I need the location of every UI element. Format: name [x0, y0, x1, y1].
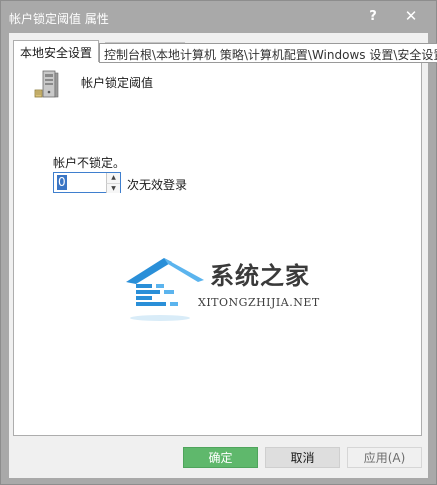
watermark-name-en: XITONGZHIJIA.NET: [198, 296, 320, 309]
apply-button[interactable]: 应用(A): [347, 447, 422, 468]
dialog-client-area: 本地安全设置 控制台根\本地计算机 策略\计算机配置\Windows 设置\安全…: [9, 33, 437, 478]
title-bar[interactable]: 帐户锁定阈值 属性 ? ✕: [1, 1, 436, 33]
tab-local-security-setting[interactable]: 本地安全设置: [13, 40, 100, 62]
lockout-status-label: 帐户不锁定。: [53, 156, 126, 170]
policy-name: 帐户锁定阈值: [81, 76, 154, 90]
cancel-button[interactable]: 取消: [265, 447, 340, 468]
lockout-threshold-stepper[interactable]: 0 ▲ ▼: [53, 172, 121, 193]
tab-panel: 帐户锁定阈值 帐户不锁定。 0 ▲ ▼ 次无效登录 系统之家 XITONGZHI…: [13, 61, 422, 436]
ok-button[interactable]: 确定: [183, 447, 258, 468]
invalid-logon-unit-label: 次无效登录: [127, 178, 188, 192]
house-logo-icon: [126, 258, 204, 321]
close-button[interactable]: ✕: [397, 5, 425, 27]
lockout-threshold-input[interactable]: 0: [57, 175, 67, 190]
watermark-name-cn: 系统之家: [210, 262, 310, 290]
properties-window: 帐户锁定阈值 属性 ? ✕ 本地安全设置 控制台根\本地计算机 策略\计算机配置…: [0, 0, 437, 485]
spin-down-icon[interactable]: ▼: [106, 183, 120, 193]
window-title: 帐户锁定阈值 属性: [9, 12, 109, 26]
help-button[interactable]: ?: [359, 5, 387, 27]
spin-up-icon[interactable]: ▲: [106, 173, 120, 183]
server-policy-icon: [34, 70, 59, 98]
watermark: 系统之家 XITONGZHIJIA.NET: [124, 252, 344, 332]
path-tooltip: 控制台根\本地计算机 策略\计算机配置\Windows 设置\安全设置: [99, 43, 437, 63]
tab-label: 本地安全设置: [20, 46, 93, 60]
